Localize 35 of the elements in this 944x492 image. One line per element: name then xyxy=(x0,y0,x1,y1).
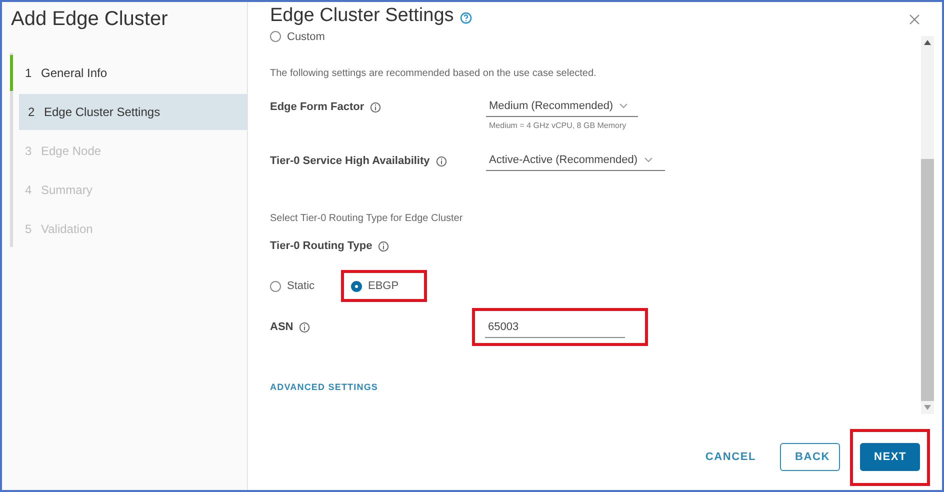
field-label: Tier-0 Routing Type xyxy=(270,240,372,252)
advanced-settings-link[interactable]: ADVANCED SETTINGS xyxy=(270,382,378,392)
radio-button[interactable] xyxy=(270,31,281,42)
radio-label: Custom xyxy=(287,30,325,42)
page-title: Edge Cluster Settings xyxy=(270,5,454,27)
section-note: Select Tier-0 Routing Type for Edge Cluster xyxy=(270,213,464,224)
radio-button[interactable] xyxy=(351,280,362,292)
chevron-down-icon xyxy=(619,103,628,109)
scroll-up-icon[interactable] xyxy=(924,40,931,45)
wizard-button[interactable]: CANCEL xyxy=(691,443,770,471)
info-icon[interactable] xyxy=(378,240,390,252)
wizard-step[interactable]: 1 General Info xyxy=(10,55,247,91)
close-icon[interactable] xyxy=(909,14,920,25)
radio-label: EBGP xyxy=(368,280,399,292)
help-icon[interactable] xyxy=(460,12,472,24)
asn-input-field[interactable]: 65003 xyxy=(485,317,625,338)
wizard-button[interactable]: BACK xyxy=(780,443,840,471)
radio-label: Static xyxy=(287,280,315,292)
scroll-down-icon[interactable] xyxy=(924,405,931,410)
field-label: Tier-0 Service High Availability xyxy=(270,155,430,167)
wizard-button[interactable]: NEXT xyxy=(860,443,920,471)
form-factor-dropdown[interactable]: Medium (Recommended) xyxy=(486,96,638,117)
field-label: Edge Form Factor xyxy=(270,101,364,113)
wizard-step[interactable]: 2 Edge Cluster Settings xyxy=(19,94,247,130)
description-text: The following settings are recommended based on the use case selected. xyxy=(270,68,598,79)
info-icon[interactable] xyxy=(370,102,382,112)
scrollbar[interactable] xyxy=(921,36,934,414)
radio-button[interactable] xyxy=(270,280,281,292)
wizard-title: Add Edge Cluster xyxy=(10,7,169,32)
info-icon[interactable] xyxy=(436,156,447,166)
info-icon[interactable] xyxy=(299,322,310,332)
helper-text: Medium = 4 GHz vCPU, 8 GB Memory xyxy=(488,121,628,130)
availability-dropdown[interactable]: Active-Active (Recommended) xyxy=(486,150,665,171)
field-label: ASN xyxy=(270,321,294,333)
chevron-down-icon xyxy=(644,157,653,163)
